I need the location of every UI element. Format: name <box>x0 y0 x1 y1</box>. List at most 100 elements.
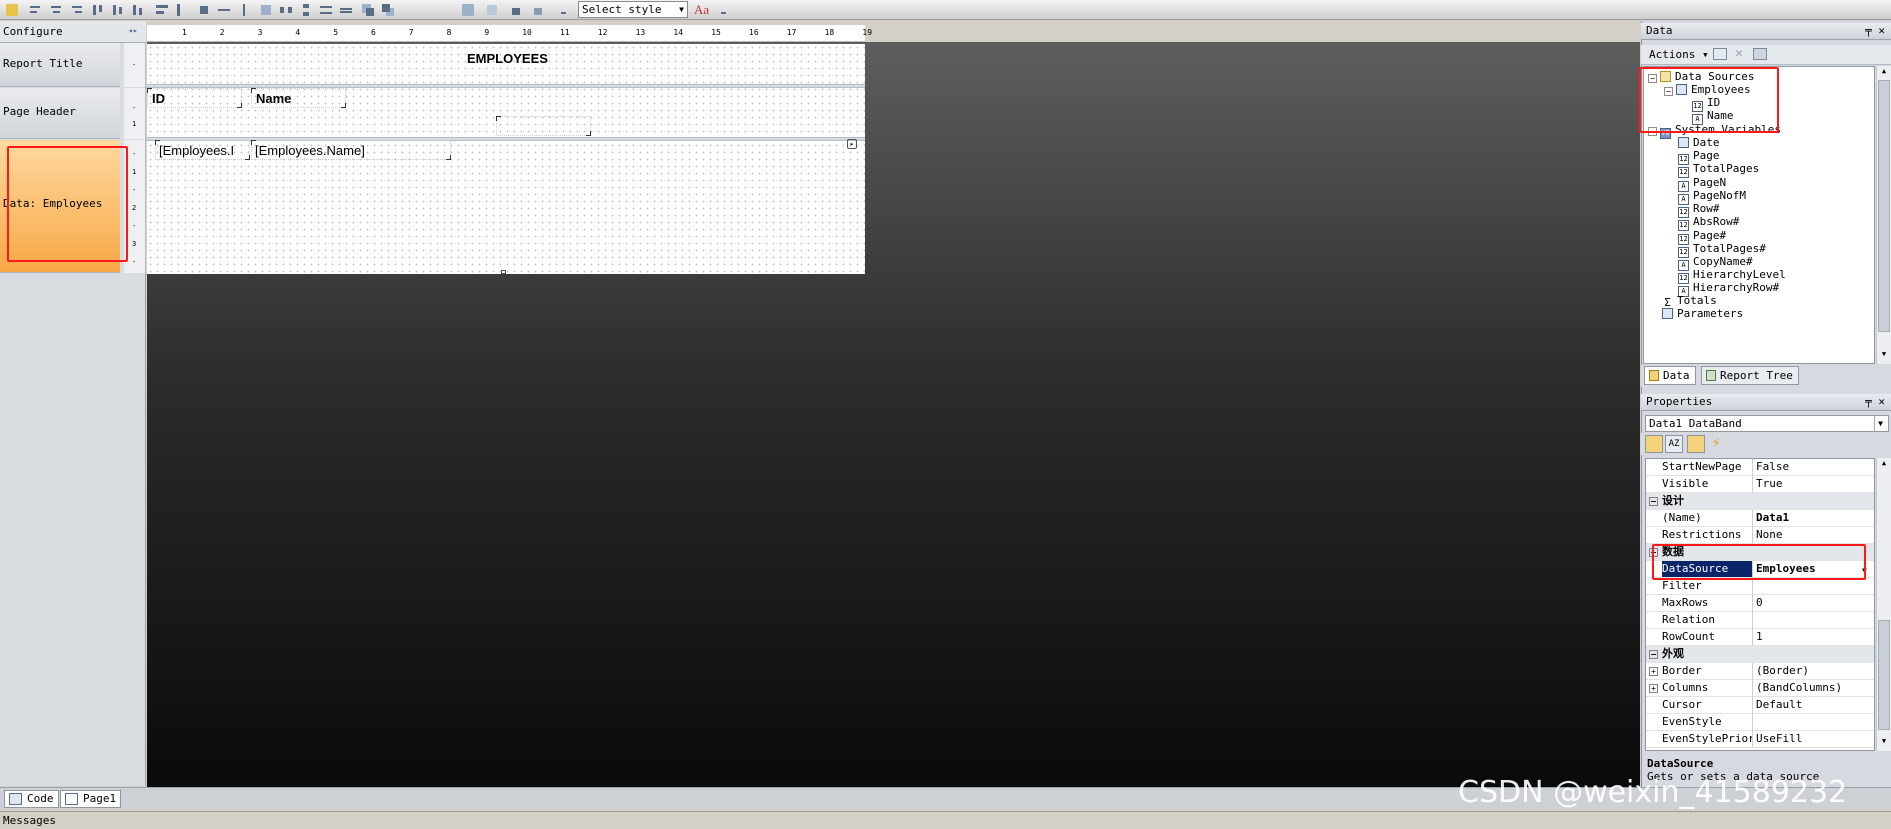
properties-view-icon[interactable] <box>1687 435 1705 453</box>
tree-node-totalpages-hash[interactable]: 12 TotalPages# <box>1678 242 1766 258</box>
tree-node-page[interactable]: 12 Page <box>1678 149 1720 165</box>
prop-row[interactable]: Relation <box>1646 612 1874 629</box>
space-horizontal-icon[interactable] <box>278 2 294 18</box>
prop-row[interactable]: EvenStyle <box>1646 714 1874 731</box>
prop-value[interactable]: Default <box>1752 697 1874 714</box>
scroll-thumb[interactable] <box>1878 620 1890 730</box>
categorized-icon[interactable] <box>1645 435 1663 453</box>
empty-text-object[interactable] <box>496 116 591 136</box>
prop-row[interactable]: Restrictions None <box>1646 527 1874 544</box>
band-page-header[interactable]: Page Header <box>0 88 120 139</box>
group-icon[interactable] <box>460 2 476 18</box>
prop-category[interactable]: − 设计 <box>1646 493 1874 510</box>
style-select[interactable]: Select style ▼ <box>578 1 688 18</box>
band-report-title[interactable]: Report Title <box>0 43 120 87</box>
prop-row[interactable]: + Border (Border) <box>1646 663 1874 680</box>
pin-close-icon[interactable]: ╤ ✕ <box>1865 394 1885 410</box>
expand-icon[interactable]: + <box>1649 684 1658 693</box>
collapse-icon[interactable]: − <box>1649 650 1658 659</box>
prop-category[interactable]: − 外观 <box>1646 646 1874 663</box>
tree-node-hierarchyrow[interactable]: A HierarchyRow# <box>1678 281 1779 297</box>
tree-scrollbar[interactable]: ▲ ▼ <box>1876 66 1891 364</box>
prop-row[interactable]: Cursor Default <box>1646 697 1874 714</box>
band-expand-icon[interactable]: ▸ <box>847 139 857 149</box>
align-left-icon[interactable] <box>28 2 44 18</box>
prop-value[interactable]: (BandColumns) <box>1752 680 1874 697</box>
increase-spacing-icon[interactable] <box>318 2 334 18</box>
prop-value[interactable]: False <box>1752 459 1874 476</box>
sort-alpha-icon[interactable]: AZ <box>1665 435 1683 453</box>
tree-node-date[interactable]: Date <box>1678 136 1720 150</box>
prop-value[interactable] <box>1752 612 1874 629</box>
object-selector[interactable]: Data1 DataBand ▼ <box>1645 415 1889 432</box>
delete-icon[interactable]: ✕ <box>1735 46 1743 61</box>
tree-node-pagen[interactable]: A PageN <box>1678 176 1726 192</box>
prop-row[interactable]: StartNewPage False <box>1646 459 1874 476</box>
tree-node-absrow[interactable]: 12 AbsRow# <box>1678 215 1739 231</box>
data-name-cell[interactable]: [Employees.Name] <box>251 140 451 160</box>
same-width-icon[interactable] <box>154 2 170 18</box>
prop-row[interactable]: RowCount 1 <box>1646 629 1874 646</box>
unlock-icon[interactable] <box>530 2 546 18</box>
align-tops-icon[interactable] <box>90 2 106 18</box>
prop-value[interactable]: (Border) <box>1752 663 1874 680</box>
messages-panel-title[interactable]: Messages <box>0 811 1891 829</box>
properties-scrollbar[interactable]: ▲ ▼ <box>1876 458 1891 751</box>
tab-code[interactable]: Code <box>4 790 59 808</box>
data-id-cell[interactable]: [Employees.I <box>155 140 250 160</box>
expand-icon[interactable]: + <box>1649 667 1658 676</box>
tree-node-row[interactable]: 12 Row# <box>1678 202 1720 218</box>
send-to-back-icon[interactable] <box>380 2 396 18</box>
tree-node-page-hash[interactable]: 12 Page# <box>1678 229 1726 245</box>
toolbar-overflow-icon[interactable] <box>558 2 568 18</box>
same-size-icon[interactable] <box>196 2 212 18</box>
prop-value[interactable]: 0 <box>1752 595 1874 612</box>
tree-node-pagenofm[interactable]: A PageNofM <box>1678 189 1746 205</box>
tree-node-totalpages[interactable]: 12 TotalPages <box>1678 162 1759 178</box>
pin-close-icon[interactable]: ╤ ✕ <box>1865 23 1885 39</box>
collapse-icon[interactable]: − <box>1649 497 1658 506</box>
tree-node-copyname[interactable]: A CopyName# <box>1678 255 1753 271</box>
prop-value[interactable]: Data1 <box>1752 510 1874 527</box>
header-name-cell[interactable]: Name <box>251 88 346 108</box>
select-all-icon[interactable] <box>4 2 20 18</box>
prop-value[interactable] <box>1752 714 1874 731</box>
edit-icon[interactable] <box>1713 48 1727 60</box>
font-style-icon[interactable]: Aa <box>694 2 716 18</box>
bring-to-front-icon[interactable] <box>360 2 376 18</box>
align-right-icon[interactable] <box>68 2 84 18</box>
ungroup-icon[interactable] <box>484 2 500 18</box>
report-title-text[interactable]: EMPLOYEES <box>467 51 548 66</box>
prop-row[interactable]: + Columns (BandColumns) <box>1646 680 1874 697</box>
prop-value[interactable]: UseFill <box>1752 731 1874 748</box>
band-toggle-icon[interactable]: ◂▸ <box>128 26 138 35</box>
lock-icon[interactable] <box>508 2 524 18</box>
align-center-icon[interactable] <box>48 2 64 18</box>
scroll-down-icon[interactable]: ▼ <box>1878 350 1890 362</box>
scroll-up-icon[interactable]: ▲ <box>1878 459 1890 471</box>
events-icon[interactable]: ⚡ <box>1707 435 1725 453</box>
resize-handle[interactable] <box>501 270 506 274</box>
toolbar-overflow-icon[interactable] <box>718 2 728 18</box>
center-vertically-icon[interactable] <box>236 2 252 18</box>
align-bottoms-icon[interactable] <box>130 2 146 18</box>
scroll-up-icon[interactable]: ▲ <box>1878 67 1890 79</box>
prop-row[interactable]: MaxRows 0 <box>1646 595 1874 612</box>
prop-value[interactable] <box>1752 578 1874 595</box>
scroll-down-icon[interactable]: ▼ <box>1878 737 1890 749</box>
scroll-thumb[interactable] <box>1878 80 1890 332</box>
tab-page1[interactable]: Page1 <box>60 790 122 808</box>
prop-row[interactable]: EvenStylePriori UseFill <box>1646 731 1874 748</box>
actions-menu[interactable]: Actions ▾ <box>1649 48 1709 61</box>
same-height-icon[interactable] <box>174 2 190 18</box>
configure-bands-button[interactable]: Configure ◂▸ <box>0 21 146 43</box>
tab-data[interactable]: Data <box>1644 366 1696 385</box>
prop-row[interactable]: (Name) Data1 <box>1646 510 1874 527</box>
tree-node-totals[interactable]: Σ Totals <box>1662 294 1717 309</box>
prop-row[interactable]: Visible True <box>1646 476 1874 493</box>
tree-node-hierarchylevel[interactable]: 12 HierarchyLevel <box>1678 268 1786 284</box>
align-middles-icon[interactable] <box>110 2 126 18</box>
tab-report-tree[interactable]: Report Tree <box>1701 366 1799 385</box>
center-horizontally-icon[interactable] <box>216 2 232 18</box>
align-to-grid-icon[interactable] <box>258 2 274 18</box>
